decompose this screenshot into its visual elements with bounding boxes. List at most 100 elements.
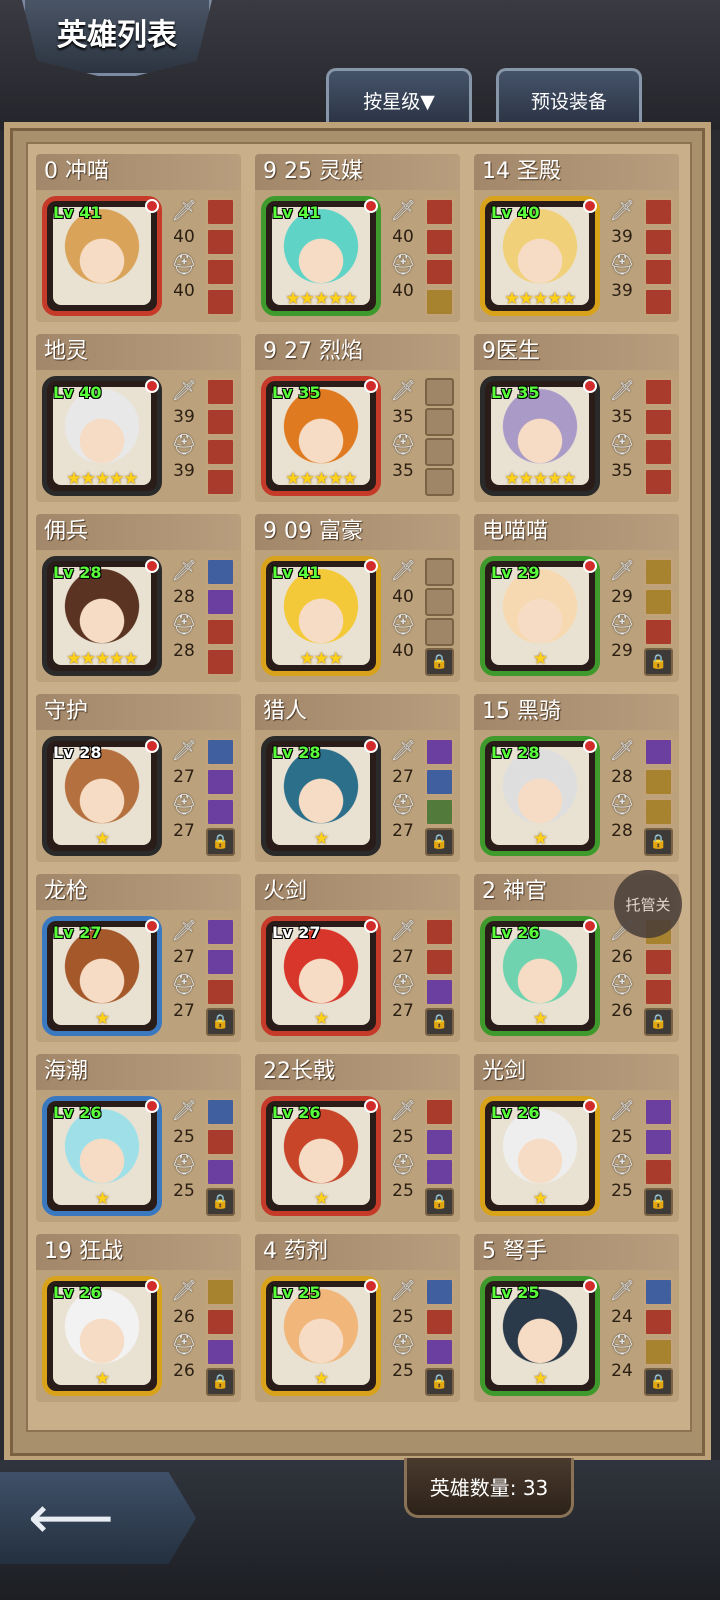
hero-portrait[interactable]: Lv 26 ★	[42, 1096, 162, 1216]
hero-card[interactable]: 佣兵 Lv 28 ★★★★★ 🗡 28 ⛑ 28	[36, 514, 241, 682]
hero-card[interactable]: 猎人 Lv 28 ★ 🗡 27 ⛑ 27 🔒	[255, 694, 460, 862]
hero-card[interactable]: 龙枪 Lv 27 ★ 🗡 27 ⛑ 27 🔒	[36, 874, 241, 1042]
equipment-slot[interactable]	[425, 798, 454, 826]
equipment-slot[interactable]	[425, 1098, 454, 1126]
hero-portrait[interactable]: Lv 29 ★	[480, 556, 600, 676]
hero-portrait[interactable]: Lv 41 ★★★	[261, 556, 381, 676]
hero-portrait[interactable]: Lv 26 ★	[480, 916, 600, 1036]
equipment-slot[interactable]	[644, 258, 673, 286]
hero-card[interactable]: 9 09 富豪 Lv 41 ★★★ 🗡 40 ⛑ 40 🔒	[255, 514, 460, 682]
equipment-slot[interactable]	[644, 1098, 673, 1126]
equipment-slot[interactable]	[206, 288, 235, 316]
lock-icon[interactable]: 🔒	[206, 828, 235, 856]
hero-card[interactable]: 9医生 Lv 35 ★★★★★ 🗡 35 ⛑ 35	[474, 334, 679, 502]
equipment-slot[interactable]	[425, 1308, 454, 1336]
lock-icon[interactable]: 🔒	[425, 1188, 454, 1216]
empty-slot[interactable]	[425, 378, 454, 406]
equipment-slot[interactable]	[644, 588, 673, 616]
equipment-slot[interactable]	[425, 948, 454, 976]
hero-card[interactable]: 4 药剂 Lv 25 ★ 🗡 25 ⛑ 25 🔒	[255, 1234, 460, 1402]
lock-icon[interactable]: 🔒	[644, 1368, 673, 1396]
equipment-slot[interactable]	[644, 618, 673, 646]
empty-slot[interactable]	[425, 588, 454, 616]
hero-card[interactable]: 14 圣殿 Lv 40 ★★★★★ 🗡 39 ⛑ 39	[474, 154, 679, 322]
empty-slot[interactable]	[425, 408, 454, 436]
equipment-slot[interactable]	[644, 198, 673, 226]
lock-icon[interactable]: 🔒	[206, 1368, 235, 1396]
equipment-slot[interactable]	[206, 1308, 235, 1336]
equipment-slot[interactable]	[644, 768, 673, 796]
sort-by-stars-tab[interactable]: 按星级▼	[326, 68, 472, 124]
equipment-slot[interactable]	[644, 1128, 673, 1156]
equipment-slot[interactable]	[425, 738, 454, 766]
equipment-slot[interactable]	[206, 1338, 235, 1366]
equipment-slot[interactable]	[644, 1338, 673, 1366]
equipment-slot[interactable]	[206, 768, 235, 796]
equipment-slot[interactable]	[644, 738, 673, 766]
equipment-slot[interactable]	[206, 798, 235, 826]
equipment-slot[interactable]	[425, 918, 454, 946]
equipment-slot[interactable]	[206, 258, 235, 286]
equipment-slot[interactable]	[206, 948, 235, 976]
equipment-slot[interactable]	[644, 378, 673, 406]
hero-card[interactable]: 9 27 烈焰 Lv 35 ★★★★★ 🗡 35 ⛑ 35	[255, 334, 460, 502]
equipment-slot[interactable]	[206, 648, 235, 676]
hero-portrait[interactable]: Lv 40 ★★★★★	[42, 376, 162, 496]
lock-icon[interactable]: 🔒	[644, 828, 673, 856]
preset-equipment-tab[interactable]: 预设装备	[496, 68, 642, 124]
equipment-slot[interactable]	[206, 1278, 235, 1306]
equipment-slot[interactable]	[644, 798, 673, 826]
hero-card[interactable]: 9 25 灵媒 Lv 41 ★★★★★ 🗡 40 ⛑ 40	[255, 154, 460, 322]
equipment-slot[interactable]	[206, 1128, 235, 1156]
hero-card[interactable]: 海潮 Lv 26 ★ 🗡 25 ⛑ 25 🔒	[36, 1054, 241, 1222]
equipment-slot[interactable]	[425, 978, 454, 1006]
lock-icon[interactable]: 🔒	[425, 1008, 454, 1036]
lock-icon[interactable]: 🔒	[644, 648, 673, 676]
hero-portrait[interactable]: Lv 27 ★	[261, 916, 381, 1036]
hero-portrait[interactable]: Lv 35 ★★★★★	[480, 376, 600, 496]
equipment-slot[interactable]	[206, 378, 235, 406]
empty-slot[interactable]	[425, 468, 454, 496]
equipment-slot[interactable]	[425, 768, 454, 796]
hero-portrait[interactable]: Lv 40 ★★★★★	[480, 196, 600, 316]
hero-card[interactable]: 电喵喵 Lv 29 ★ 🗡 29 ⛑ 29 🔒	[474, 514, 679, 682]
lock-icon[interactable]: 🔒	[206, 1008, 235, 1036]
hero-portrait[interactable]: Lv 27 ★	[42, 916, 162, 1036]
equipment-slot[interactable]	[206, 978, 235, 1006]
equipment-slot[interactable]	[644, 1278, 673, 1306]
equipment-slot[interactable]	[644, 228, 673, 256]
equipment-slot[interactable]	[425, 1278, 454, 1306]
equipment-slot[interactable]	[425, 228, 454, 256]
lock-icon[interactable]: 🔒	[425, 648, 454, 676]
equipment-slot[interactable]	[206, 1098, 235, 1126]
empty-slot[interactable]	[425, 618, 454, 646]
equipment-slot[interactable]	[644, 948, 673, 976]
equipment-slot[interactable]	[425, 1128, 454, 1156]
equipment-slot[interactable]	[206, 918, 235, 946]
empty-slot[interactable]	[425, 438, 454, 466]
hero-portrait[interactable]: Lv 26 ★	[42, 1276, 162, 1396]
lock-icon[interactable]: 🔒	[425, 828, 454, 856]
equipment-slot[interactable]	[206, 468, 235, 496]
hero-portrait[interactable]: Lv 35 ★★★★★	[261, 376, 381, 496]
hero-card[interactable]: 守护 Lv 28 ★ 🗡 27 ⛑ 27 🔒	[36, 694, 241, 862]
lock-icon[interactable]: 🔒	[425, 1368, 454, 1396]
hero-card[interactable]: 0 冲喵 Lv 41 🗡 40 ⛑ 40	[36, 154, 241, 322]
hero-portrait[interactable]: Lv 28 ★	[261, 736, 381, 856]
equipment-slot[interactable]	[644, 558, 673, 586]
lock-icon[interactable]: 🔒	[644, 1008, 673, 1036]
hero-card[interactable]: 火剑 Lv 27 ★ 🗡 27 ⛑ 27 🔒	[255, 874, 460, 1042]
hero-card[interactable]: 地灵 Lv 40 ★★★★★ 🗡 39 ⛑ 39	[36, 334, 241, 502]
equipment-slot[interactable]	[644, 468, 673, 496]
equipment-slot[interactable]	[644, 978, 673, 1006]
hero-card[interactable]: 5 弩手 Lv 25 ★ 🗡 24 ⛑ 24 🔒	[474, 1234, 679, 1402]
equipment-slot[interactable]	[644, 288, 673, 316]
equipment-slot[interactable]	[206, 558, 235, 586]
hero-portrait[interactable]: Lv 41 ★★★★★	[261, 196, 381, 316]
back-button[interactable]: ⟵	[0, 1472, 196, 1564]
hero-card[interactable]: 19 狂战 Lv 26 ★ 🗡 26 ⛑ 26 🔒	[36, 1234, 241, 1402]
equipment-slot[interactable]	[425, 258, 454, 286]
auto-toggle-button[interactable]: 托管关	[614, 870, 682, 938]
hero-card[interactable]: 光剑 Lv 26 ★ 🗡 25 ⛑ 25 🔒	[474, 1054, 679, 1222]
equipment-slot[interactable]	[644, 1158, 673, 1186]
